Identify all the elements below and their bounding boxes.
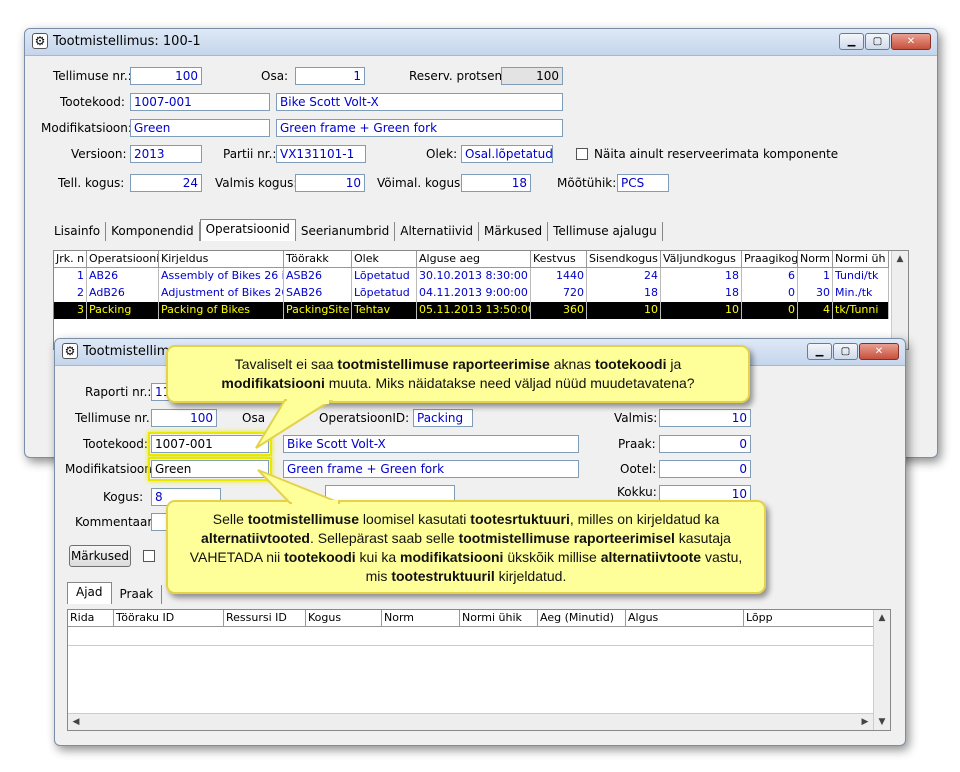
callout-top-pointer [255, 398, 334, 449]
callout-pointers [255, 398, 341, 506]
callout-bottom-pointer [257, 469, 341, 504]
callout-bottom-pointer-mask [292, 500, 338, 506]
callout-top-pointer-mask [287, 398, 329, 404]
